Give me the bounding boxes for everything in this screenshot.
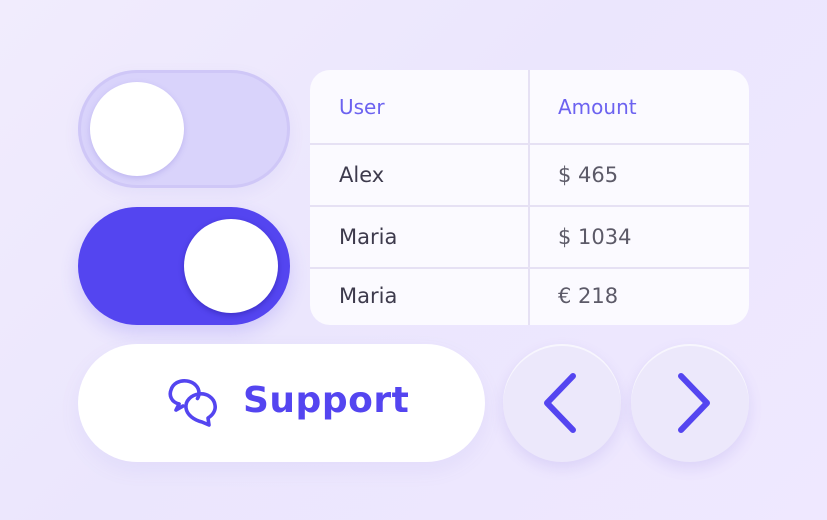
next-button[interactable] <box>631 344 749 462</box>
toggle-switch-on[interactable] <box>78 207 290 325</box>
chevron-right-icon <box>678 373 710 433</box>
cell-user: Maria <box>339 225 398 249</box>
table-row: Alex $ 465 <box>310 145 749 205</box>
toggle-switch-off[interactable] <box>78 70 290 188</box>
column-header-user: User <box>339 94 385 119</box>
cell-amount: $ 1034 <box>558 225 632 249</box>
chevron-left-icon <box>544 373 576 433</box>
cell-user: Maria <box>339 284 398 308</box>
table-row: Maria € 218 <box>310 269 749 323</box>
support-button-label: Support <box>243 380 410 421</box>
transactions-table: User Amount Alex $ 465 Maria $ 1034 Mari… <box>310 70 749 325</box>
toggle-knob <box>184 219 278 313</box>
column-header-amount: Amount <box>558 94 637 119</box>
cell-amount: $ 465 <box>558 163 619 187</box>
table-header-row: User Amount <box>310 70 749 143</box>
cell-user: Alex <box>339 163 385 187</box>
table-row: Maria $ 1034 <box>310 207 749 267</box>
toggle-knob <box>90 82 184 176</box>
cell-amount: € 218 <box>558 284 619 308</box>
chat-bubbles-icon <box>168 379 217 427</box>
previous-button[interactable] <box>503 344 621 462</box>
